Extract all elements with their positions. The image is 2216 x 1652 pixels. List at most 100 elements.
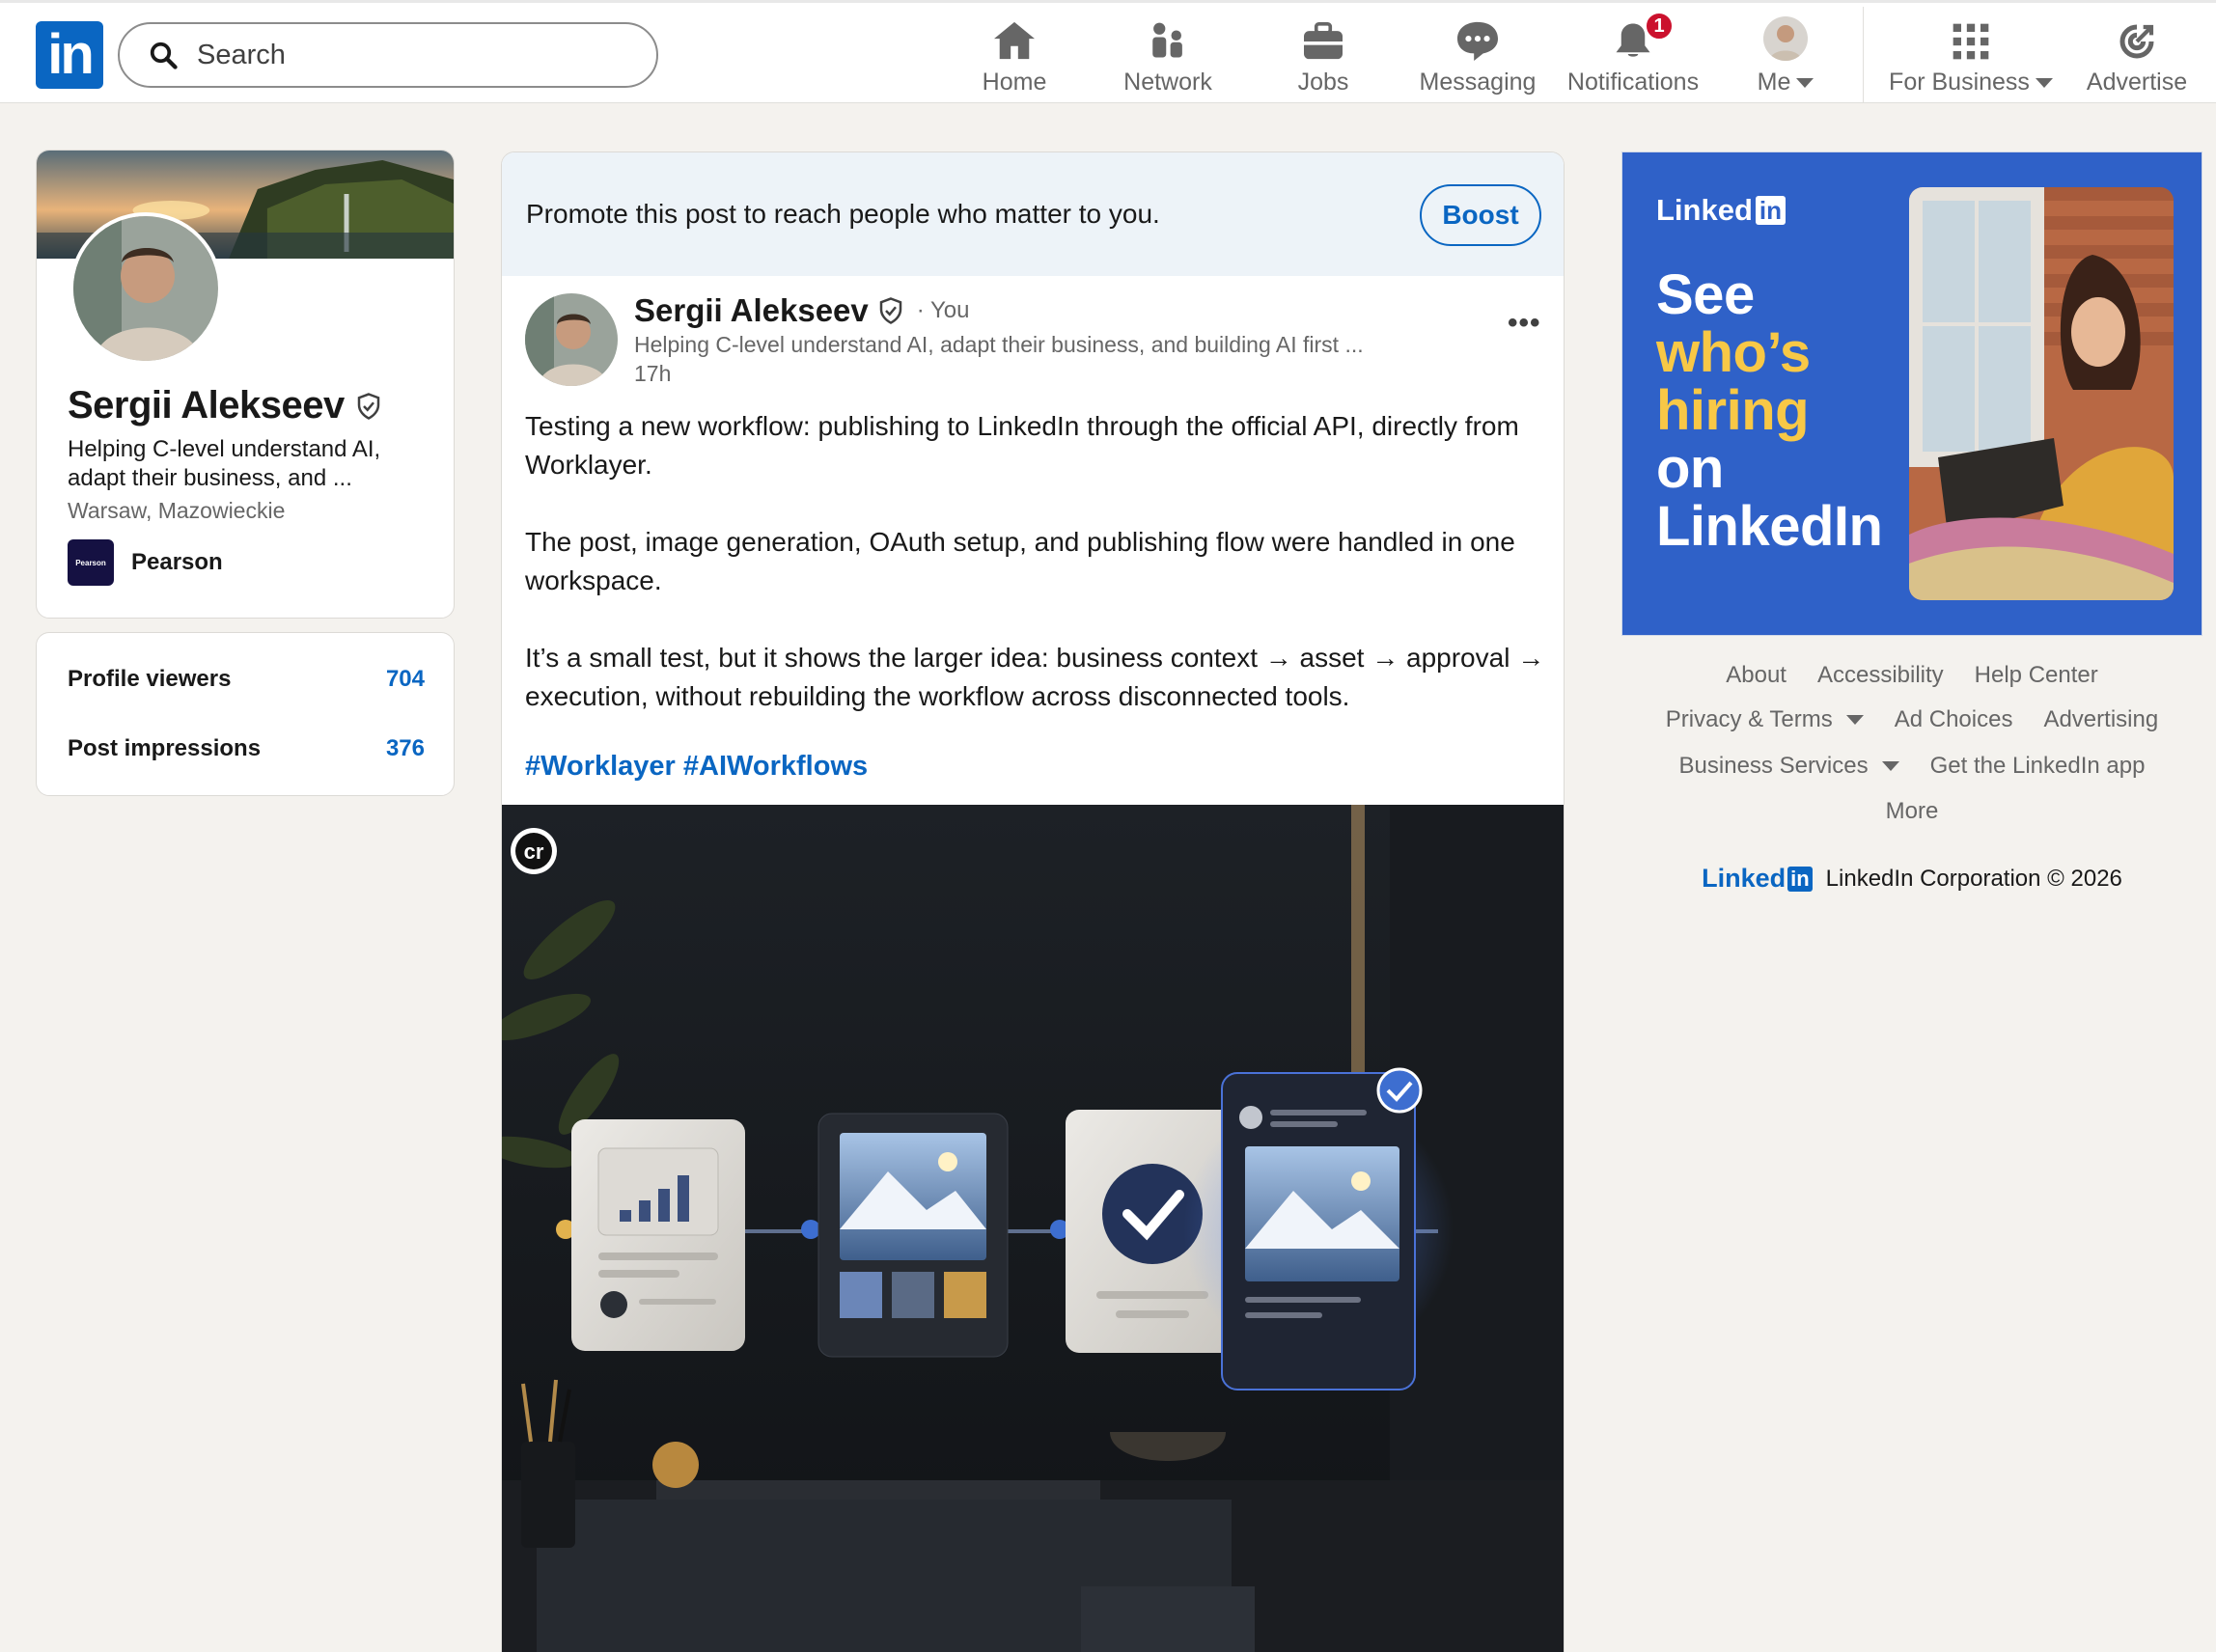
company-name: Pearson (131, 549, 223, 575)
footer-link-label: Privacy & Terms (1665, 706, 1833, 732)
post-author-name[interactable]: Sergii Alekseev (634, 292, 869, 329)
profile-company[interactable]: Pearson Pearson (68, 539, 223, 586)
footer-brand-in: in (1787, 866, 1813, 892)
hiring-ad[interactable]: Linked in See who’s hiring on LinkedIn (1621, 151, 2202, 636)
top-nav: in Home Network Jobs Messaging 1 Notific… (0, 0, 2216, 103)
ad-line: who’s (1656, 321, 1811, 384)
footer-row: Business Services Get the LinkedIn app (1621, 753, 2202, 780)
post-timestamp: 17h (634, 361, 672, 386)
stat-value: 704 (385, 666, 425, 692)
post-image[interactable]: cr (502, 805, 1565, 1652)
briefcase-icon (1304, 22, 1343, 60)
profile-location: Warsaw, Mazowieckie (68, 498, 286, 523)
verified-shield-icon (357, 392, 380, 420)
nav-for-business-label: For Business (1889, 69, 2030, 96)
footer-link-help-center[interactable]: Help Center (1975, 662, 2098, 689)
nav-divider (1863, 7, 1864, 103)
post-paragraph: Testing a new workflow: publishing to Li… (525, 411, 1519, 480)
search-box[interactable] (118, 22, 658, 88)
ad-line: LinkedIn (1656, 495, 1883, 558)
network-icon (1152, 22, 1182, 58)
ad-linkedin-logo: Linked in (1656, 193, 1787, 228)
chevron-down-icon (1845, 715, 1864, 725)
profile-card: Sergii Alekseev Helping C-level understa… (36, 150, 455, 619)
ad-line: on (1656, 437, 1724, 500)
profile-headline: Helping C-level understand AI, adapt the… (68, 436, 381, 491)
linkedin-logo[interactable]: in (36, 21, 103, 89)
nav-network[interactable]: Network (1120, 16, 1216, 97)
more-options-icon[interactable]: ••• (1508, 307, 1541, 340)
footer-row: More (1621, 798, 2202, 825)
advertise-icon (2119, 24, 2154, 59)
footer-link-get-app[interactable]: Get the LinkedIn app (1930, 753, 2146, 780)
stat-label: Profile viewers (68, 666, 232, 692)
grid-icon (1953, 23, 1989, 60)
footer-row: Privacy & Terms Ad Choices Advertising (1621, 706, 2202, 733)
home-icon (994, 21, 1035, 60)
ad-photo (1909, 187, 2174, 600)
nav-notifications[interactable]: 1 Notifications (1563, 11, 1704, 97)
hashtag-link[interactable]: #AIWorkflows (683, 751, 868, 782)
nav-home-label: Home (982, 69, 1047, 96)
feed-post-card: Promote this post to reach people who ma… (501, 151, 1565, 1652)
profile-name[interactable]: Sergii Alekseev (68, 384, 345, 427)
ad-headline: See who’s hiring on LinkedIn (1656, 263, 1883, 558)
footer-row: About Accessibility Help Center (1621, 662, 2202, 689)
post-body: Testing a new workflow: publishing to Li… (525, 407, 1548, 755)
ad-brand-in: in (1755, 196, 1787, 225)
profile-avatar[interactable] (69, 212, 222, 365)
post-paragraph: It’s a small test, but it shows the larg… (525, 643, 1545, 711)
chevron-down-icon (2035, 77, 2053, 88)
stats-card: Profile viewers 704 Post impressions 376 (36, 632, 455, 796)
post-hashtags: #Worklayer #AIWorkflows (525, 751, 868, 783)
boost-button[interactable]: Boost (1420, 184, 1541, 246)
footer-copyright: Linked in LinkedIn Corporation © 2026 (1621, 864, 2202, 894)
nav-jobs-label: Jobs (1297, 69, 1349, 96)
stat-post-impressions[interactable]: Post impressions 376 (68, 735, 425, 762)
verified-shield-icon (879, 297, 902, 324)
post-author-avatar[interactable] (525, 293, 618, 386)
notification-badge: 1 (1644, 11, 1675, 41)
footer-link-label: Business Services (1678, 753, 1869, 779)
post-author-headline: Helping C-level understand AI, adapt the… (634, 332, 1364, 357)
footer-link-accessibility[interactable]: Accessibility (1817, 662, 1944, 689)
footer-brand-text: Linked (1702, 864, 1787, 893)
footer-link-business-services[interactable]: Business Services (1679, 753, 1899, 780)
nav-messaging[interactable]: Messaging (1418, 16, 1537, 97)
copyright-text: LinkedIn Corporation © 2026 (1825, 865, 2122, 892)
chevron-down-icon (1796, 77, 1814, 88)
nav-home[interactable]: Home (978, 16, 1051, 97)
search-icon (150, 41, 178, 69)
search-input[interactable] (197, 39, 622, 71)
messaging-icon (1457, 21, 1498, 61)
stat-value: 376 (385, 735, 425, 761)
promo-text: Promote this post to reach people who ma… (526, 199, 1160, 229)
footer-link-about[interactable]: About (1726, 662, 1787, 689)
ad-line: See (1656, 263, 1755, 326)
nav-advertise-label: Advertise (2086, 69, 2188, 96)
image-badge: cr (524, 840, 544, 864)
nav-me[interactable]: Me (1757, 16, 1814, 97)
company-logo: Pearson (68, 539, 114, 586)
footer-link-ad-choices[interactable]: Ad Choices (1895, 706, 2013, 733)
nav-me-label: Me (1757, 69, 1791, 96)
nav-network-label: Network (1123, 69, 1212, 96)
chevron-down-icon (1881, 761, 1899, 771)
promo-banner: Promote this post to reach people who ma… (502, 152, 1564, 276)
nav-advertise[interactable]: Advertise (2085, 16, 2189, 97)
footer-link-privacy-terms[interactable]: Privacy & Terms (1666, 706, 1864, 733)
footer-link-advertising[interactable]: Advertising (2043, 706, 2158, 733)
nav-for-business[interactable]: For Business (1888, 16, 2054, 97)
nav-jobs[interactable]: Jobs (1291, 16, 1355, 97)
ad-line: hiring (1656, 379, 1810, 442)
stat-profile-viewers[interactable]: Profile viewers 704 (68, 666, 425, 693)
ad-brand-text: Linked (1656, 193, 1753, 227)
hashtag-link[interactable]: #Worklayer (525, 751, 676, 782)
nav-messaging-label: Messaging (1419, 69, 1537, 96)
post-author-you: · You (916, 297, 970, 323)
stat-label: Post impressions (68, 735, 262, 761)
nav-notifications-label: Notifications (1566, 69, 1700, 96)
footer-linkedin-logo: Linked in (1702, 864, 1813, 894)
me-avatar (1763, 16, 1808, 61)
footer-link-more[interactable]: More (1886, 798, 1939, 825)
